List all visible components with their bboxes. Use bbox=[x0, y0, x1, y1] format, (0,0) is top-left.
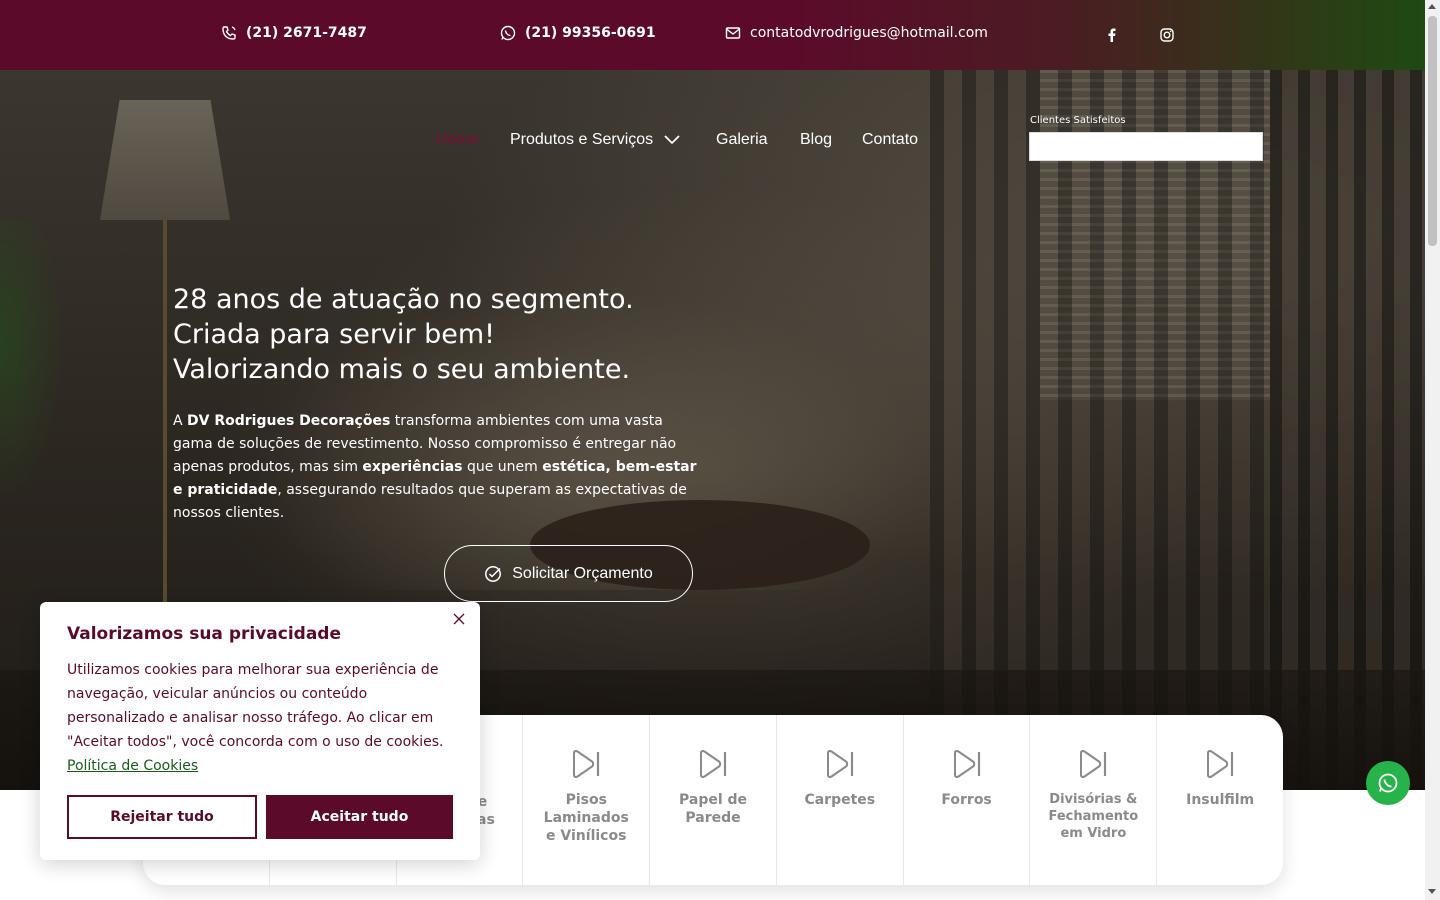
hero-lamp-shade bbox=[100, 100, 230, 220]
mail-icon bbox=[725, 27, 741, 39]
clients-widget-box[interactable] bbox=[1029, 132, 1263, 161]
whatsapp-icon bbox=[1378, 773, 1398, 793]
hero-title: 28 anos de atuação no segmento. Criada p… bbox=[173, 282, 634, 387]
close-icon[interactable] bbox=[452, 612, 466, 626]
email-address: contatodvrodrigues@hotmail.com bbox=[750, 25, 988, 41]
scroll-up-arrow-icon[interactable] bbox=[1428, 4, 1436, 9]
reject-all-button[interactable]: Rejeitar tudo bbox=[67, 795, 257, 839]
hero-title-line-3: Valorizando mais o seu ambiente. bbox=[173, 354, 631, 385]
phone-icon bbox=[222, 26, 236, 40]
play-skip-icon bbox=[573, 750, 600, 778]
service-card-insulfilm[interactable]: Insulfilm bbox=[1157, 715, 1283, 885]
play-skip-icon bbox=[826, 750, 853, 778]
scroll-down-arrow-icon[interactable] bbox=[1428, 889, 1436, 894]
service-label-divisorias: Divisórias & Fechamento em Vidro bbox=[1048, 792, 1139, 841]
request-quote-button[interactable]: Solicitar Orçamento bbox=[444, 545, 693, 602]
whatsapp-floating-button[interactable] bbox=[1366, 761, 1410, 805]
nav-produtos-servicos[interactable]: Produtos e Serviços bbox=[510, 131, 681, 149]
hero-title-line-2: Criada para servir bem! bbox=[173, 319, 495, 350]
whatsapp-number: (21) 99356-0691 bbox=[525, 25, 656, 41]
instagram-icon[interactable] bbox=[1159, 27, 1175, 43]
email-contact[interactable]: contatodvrodrigues@hotmail.com bbox=[725, 25, 988, 41]
cookie-body: Utilizamos cookies para melhorar sua exp… bbox=[67, 658, 453, 778]
cookie-body-text: Utilizamos cookies para melhorar sua exp… bbox=[67, 662, 444, 750]
whatsapp-icon bbox=[500, 25, 516, 41]
whatsapp-contact[interactable]: (21) 99356-0691 bbox=[500, 25, 656, 41]
service-label-carpetes: Carpetes bbox=[804, 792, 876, 808]
hero-text-a: A bbox=[173, 413, 188, 429]
service-label-papel: Papel de Parede bbox=[678, 792, 748, 826]
service-card-papel[interactable]: Papel de Parede bbox=[650, 715, 777, 885]
clients-widget-label: Clientes Satisfeitos bbox=[1030, 115, 1126, 126]
cookie-policy-link[interactable]: Política de Cookies bbox=[67, 758, 198, 774]
scrollbar-thumb[interactable] bbox=[1428, 16, 1437, 246]
service-card-carpetes[interactable]: Carpetes bbox=[777, 715, 904, 885]
play-skip-icon bbox=[1207, 750, 1234, 778]
quote-icon bbox=[485, 565, 502, 582]
play-skip-icon bbox=[953, 750, 980, 778]
hero-plant bbox=[0, 220, 70, 520]
service-label-pisos: Pisos Laminados e Vinílicos bbox=[543, 792, 629, 844]
hero-description: A DV Rodrigues Decorações transforma amb… bbox=[173, 410, 703, 525]
facebook-icon[interactable] bbox=[1104, 27, 1120, 43]
phone-contact[interactable]: (21) 2671-7487 bbox=[221, 25, 367, 41]
chevron-down-icon bbox=[664, 135, 680, 145]
service-label-forros: Forros bbox=[941, 792, 992, 808]
play-skip-icon bbox=[1080, 750, 1107, 778]
nav-contato[interactable]: Contato bbox=[862, 131, 918, 149]
top-contact-bar: (21) 2671-7487 (21) 99356-0691 contatodv… bbox=[0, 0, 1425, 70]
hero-text-brand: DV Rodrigues Decorações bbox=[187, 413, 391, 429]
nav-produtos-label: Produtos e Serviços bbox=[510, 131, 654, 148]
accept-all-button[interactable]: Aceitar tudo bbox=[266, 795, 453, 839]
hero-lamp-pole bbox=[163, 220, 167, 660]
page-scrollbar[interactable] bbox=[1425, 0, 1440, 900]
hero-text-experiences: experiências bbox=[362, 459, 463, 475]
nav-home[interactable]: Home bbox=[436, 131, 479, 149]
request-quote-label: Solicitar Orçamento bbox=[512, 564, 653, 582]
play-skip-icon bbox=[700, 750, 727, 778]
service-card-forros[interactable]: Forros bbox=[904, 715, 1031, 885]
service-card-divisorias[interactable]: Divisórias & Fechamento em Vidro bbox=[1030, 715, 1158, 885]
cookie-title: Valorizamos sua privacidade bbox=[67, 624, 342, 644]
hero-text-c: que unem bbox=[462, 459, 543, 475]
service-card-pisos[interactable]: Pisos Laminados e Vinílicos bbox=[523, 715, 651, 885]
cookie-consent-banner: Valorizamos sua privacidade Utilizamos c… bbox=[40, 602, 480, 860]
hero-title-line-1: 28 anos de atuação no segmento. bbox=[173, 284, 634, 315]
service-label-insulfilm: Insulfilm bbox=[1186, 792, 1255, 808]
phone-number: (21) 2671-7487 bbox=[246, 25, 367, 41]
nav-galeria[interactable]: Galeria bbox=[716, 131, 768, 149]
nav-blog[interactable]: Blog bbox=[800, 131, 832, 149]
